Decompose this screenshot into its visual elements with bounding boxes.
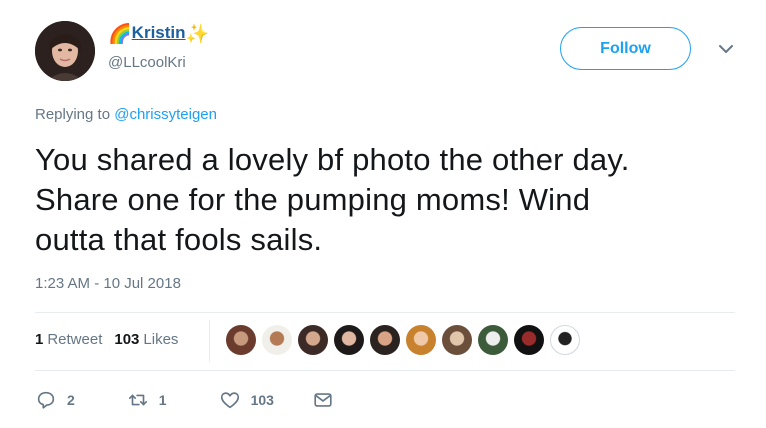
tweet-timestamp[interactable]: 1:23 AM - 10 Jul 2018 — [35, 275, 181, 292]
reply-mention-link[interactable]: @chrissyteigen — [114, 106, 217, 123]
retweet-stat[interactable]: 1 Retweet — [35, 331, 102, 348]
envelope-icon — [314, 393, 332, 407]
liker-avatar[interactable] — [550, 325, 580, 355]
stats-separator — [209, 320, 210, 362]
retweet-button[interactable]: 1 — [127, 389, 167, 411]
retweet-icon — [128, 394, 147, 406]
likers-avatars — [226, 325, 586, 355]
rainbow-emoji: 🌈 — [108, 24, 132, 45]
tweet-stats: 1 Retweet 103 Likes — [35, 331, 178, 348]
tweet-text-line: outta that fools sails. — [35, 222, 323, 257]
tweet-text-line: Share one for the pumping moms! Wind — [35, 182, 591, 217]
direct-message-button[interactable] — [312, 389, 334, 411]
replying-to: Replying to @chrissyteigen — [35, 106, 217, 123]
like-count: 103 — [250, 392, 274, 408]
tweet-text: You shared a lovely bf photo the other d… — [35, 140, 735, 260]
replying-prefix: Replying to — [35, 106, 111, 123]
liker-avatar[interactable] — [262, 325, 292, 355]
user-avatar[interactable] — [35, 21, 95, 81]
like-stat-count: 103 — [114, 331, 140, 348]
avatar-portrait — [35, 21, 95, 81]
liker-avatar[interactable] — [442, 325, 472, 355]
user-display-name[interactable]: 🌈Kristin✨ — [108, 22, 209, 46]
chevron-down-icon[interactable] — [716, 39, 736, 59]
retweet-stat-count: 1 — [35, 331, 44, 348]
reply-button[interactable]: 2 — [35, 389, 75, 411]
sparkles-emoji: ✨ — [185, 24, 210, 45]
liker-avatar[interactable] — [226, 325, 256, 355]
divider-bottom — [35, 370, 735, 371]
divider-top — [35, 312, 735, 313]
like-stat[interactable]: 103 Likes — [114, 331, 178, 348]
liker-avatar[interactable] — [406, 325, 436, 355]
tweet-text-line: You shared a lovely bf photo the other d… — [35, 142, 630, 177]
action-bar: 2 1 103 — [35, 389, 334, 411]
user-handle[interactable]: @LLcoolKri — [108, 54, 186, 71]
retweet-count: 1 — [158, 392, 167, 408]
follow-button[interactable]: Follow — [560, 27, 691, 70]
retweet-stat-label: Retweet — [47, 331, 103, 348]
reply-icon — [37, 391, 55, 409]
user-name[interactable]: Kristin — [132, 23, 186, 42]
liker-avatar[interactable] — [298, 325, 328, 355]
like-stat-label: Likes — [143, 331, 179, 348]
liker-avatar[interactable] — [334, 325, 364, 355]
heart-icon — [220, 392, 239, 409]
liker-avatar[interactable] — [514, 325, 544, 355]
liker-avatar[interactable] — [478, 325, 508, 355]
like-button[interactable]: 103 — [219, 389, 274, 411]
liker-avatar[interactable] — [370, 325, 400, 355]
reply-count: 2 — [67, 392, 75, 408]
